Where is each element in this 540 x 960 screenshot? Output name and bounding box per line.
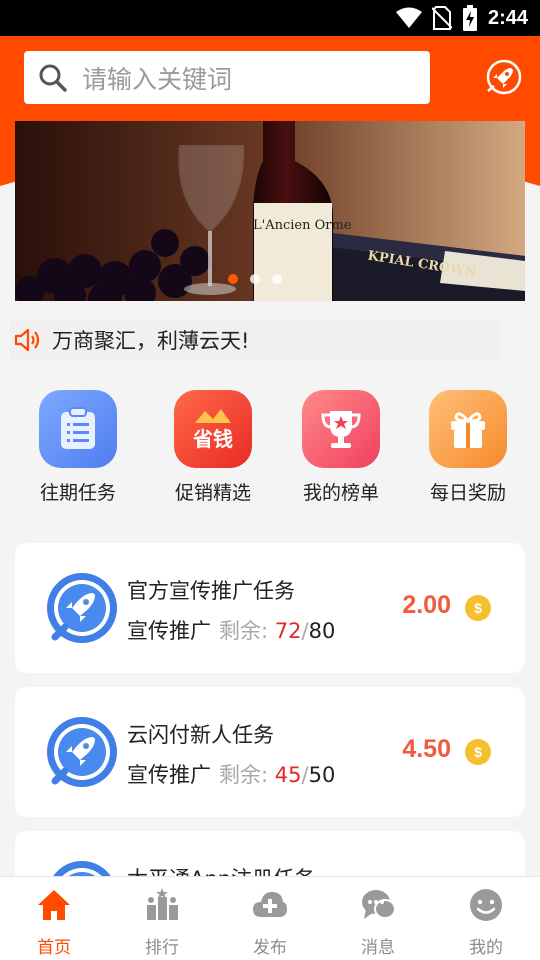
wifi-icon [395,7,422,28]
tab-label: 我的 [469,938,503,958]
quick-item-past-tasks[interactable]: 往期任务 [18,390,138,505]
banner-dot[interactable] [250,274,260,284]
quick-item-daily-reward[interactable]: 每日奖励 [408,390,528,505]
rocket-task-icon [47,573,117,643]
status-icons: 2:44 [395,0,528,36]
task-price: 2.00 [402,591,451,619]
task-title: 云闪付新人任务 [127,723,274,747]
search-placeholder: 请输入关键词 [82,64,233,94]
no-sim-icon [431,6,452,30]
total-count: 80 [308,619,336,643]
tab-label: 排行 [145,938,179,958]
notice-text: 万商聚汇，利薄云天! [52,329,250,353]
status-time: 2:44 [487,6,528,29]
search-icon [39,64,67,92]
quick-label: 我的榜单 [302,482,379,504]
coin-icon: $ [465,739,491,765]
tab-label: 消息 [361,938,395,958]
bottle-label: L'Ancien Orme [253,218,352,233]
coin-icon: $ [465,595,491,621]
task-price: 4.50 [402,735,451,763]
trophy-icon [302,390,380,468]
notice-bar[interactable]: 万商聚汇，利薄云天! [10,320,500,360]
tab-label: 发布 [253,938,287,958]
bottom-tab-bar: 首页 排行 发布 消息 我的 [0,876,540,960]
banner-dot[interactable] [272,274,282,284]
tab-home[interactable]: 首页 [0,877,108,960]
save-money-icon: 省钱 [174,390,252,468]
quick-label: 促销精选 [174,482,251,504]
task-card[interactable]: 官方宣传推广任务 宣传推广 剩余: 72/80 2.00 $ [15,543,525,673]
task-category: 宣传推广 [127,763,211,787]
task-meta: 宣传推广 剩余: 72/80 [127,615,335,645]
gift-icon [429,390,507,468]
speaker-icon [14,328,40,352]
banner-pagination [228,274,282,284]
quick-label: 每日奖励 [429,482,506,504]
remaining-separator: / [301,619,309,643]
tab-ranking[interactable]: 排行 [108,877,216,960]
battery-charging-icon [462,5,477,31]
task-meta: 宣传推广 剩余: 45/50 [127,759,335,789]
remaining-separator: / [301,763,309,787]
profile-icon [470,889,502,921]
home-icon [38,890,70,920]
banner-dot[interactable] [228,274,238,284]
cloud-upload-icon [253,892,287,917]
message-icon [362,890,396,919]
quick-menu: 往期任务 省钱 促销精选 我的榜单 每日奖励 [0,390,540,510]
save-money-text: 省钱 [193,427,233,451]
task-title: 官方宣传推广任务 [127,579,295,603]
task-category: 宣传推广 [127,619,211,643]
tab-label: 首页 [37,938,71,958]
ranking-icon [147,888,178,920]
quick-label: 往期任务 [39,482,116,504]
quick-item-my-ranking[interactable]: 我的榜单 [281,390,401,505]
total-count: 50 [308,763,336,787]
rocket-task-icon [47,717,117,787]
remaining-count: 72 [274,619,302,643]
status-bar: 2:44 [0,0,540,36]
remaining-label: 剩余: [219,763,269,787]
remaining-count: 45 [274,763,302,787]
tab-publish[interactable]: 发布 [216,877,324,960]
quick-item-promotions[interactable]: 省钱 促销精选 [153,390,273,505]
clipboard-icon [39,390,117,468]
search-input[interactable]: 请输入关键词 [24,51,430,104]
tab-profile[interactable]: 我的 [432,877,540,960]
rocket-icon[interactable] [485,58,523,96]
task-card[interactable]: 云闪付新人任务 宣传推广 剩余: 45/50 4.50 $ [15,687,525,817]
remaining-label: 剩余: [219,619,269,643]
tab-messages[interactable]: 消息 [324,877,432,960]
